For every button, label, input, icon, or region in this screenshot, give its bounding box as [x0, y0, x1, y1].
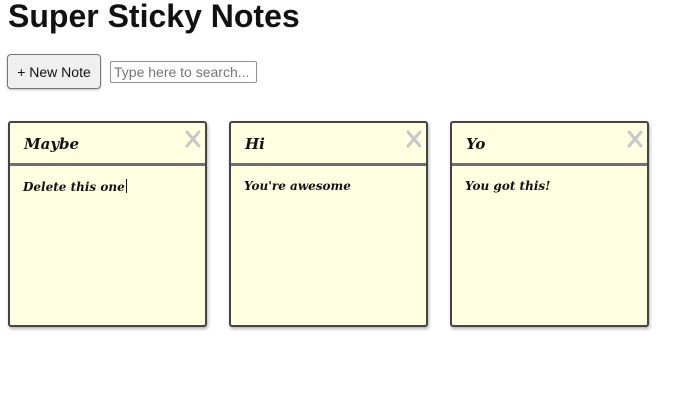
- delete-note-button[interactable]: [185, 130, 201, 148]
- note-title[interactable]: Maybe: [24, 135, 79, 153]
- search-input[interactable]: [110, 61, 257, 83]
- note-card: Yo You got this!: [450, 121, 649, 327]
- note-body-text: Delete this one: [23, 180, 125, 194]
- note-body-text: You're awesome: [244, 179, 351, 193]
- note-header: Yo: [452, 123, 647, 166]
- close-x-icon: [406, 130, 422, 148]
- page-title: Super Sticky Notes: [8, 0, 300, 34]
- app-container: Super Sticky Notes + New Note Maybe Dele…: [0, 0, 700, 400]
- new-note-button[interactable]: + New Note: [7, 54, 101, 89]
- close-x-icon: [627, 130, 643, 148]
- note-body[interactable]: Delete this one: [23, 179, 127, 194]
- delete-note-button[interactable]: [627, 130, 643, 148]
- text-cursor: [125, 179, 127, 193]
- note-card: Maybe Delete this one: [8, 121, 207, 327]
- note-title[interactable]: Hi: [245, 135, 265, 153]
- close-x-icon: [185, 130, 201, 148]
- note-body[interactable]: You're awesome: [244, 179, 351, 193]
- note-header: Maybe: [10, 123, 205, 166]
- note-card: Hi You're awesome: [229, 121, 428, 327]
- delete-note-button[interactable]: [406, 130, 422, 148]
- note-body-text: You got this!: [465, 179, 551, 193]
- note-title[interactable]: Yo: [466, 135, 485, 153]
- note-body[interactable]: You got this!: [465, 179, 550, 193]
- note-header: Hi: [231, 123, 426, 166]
